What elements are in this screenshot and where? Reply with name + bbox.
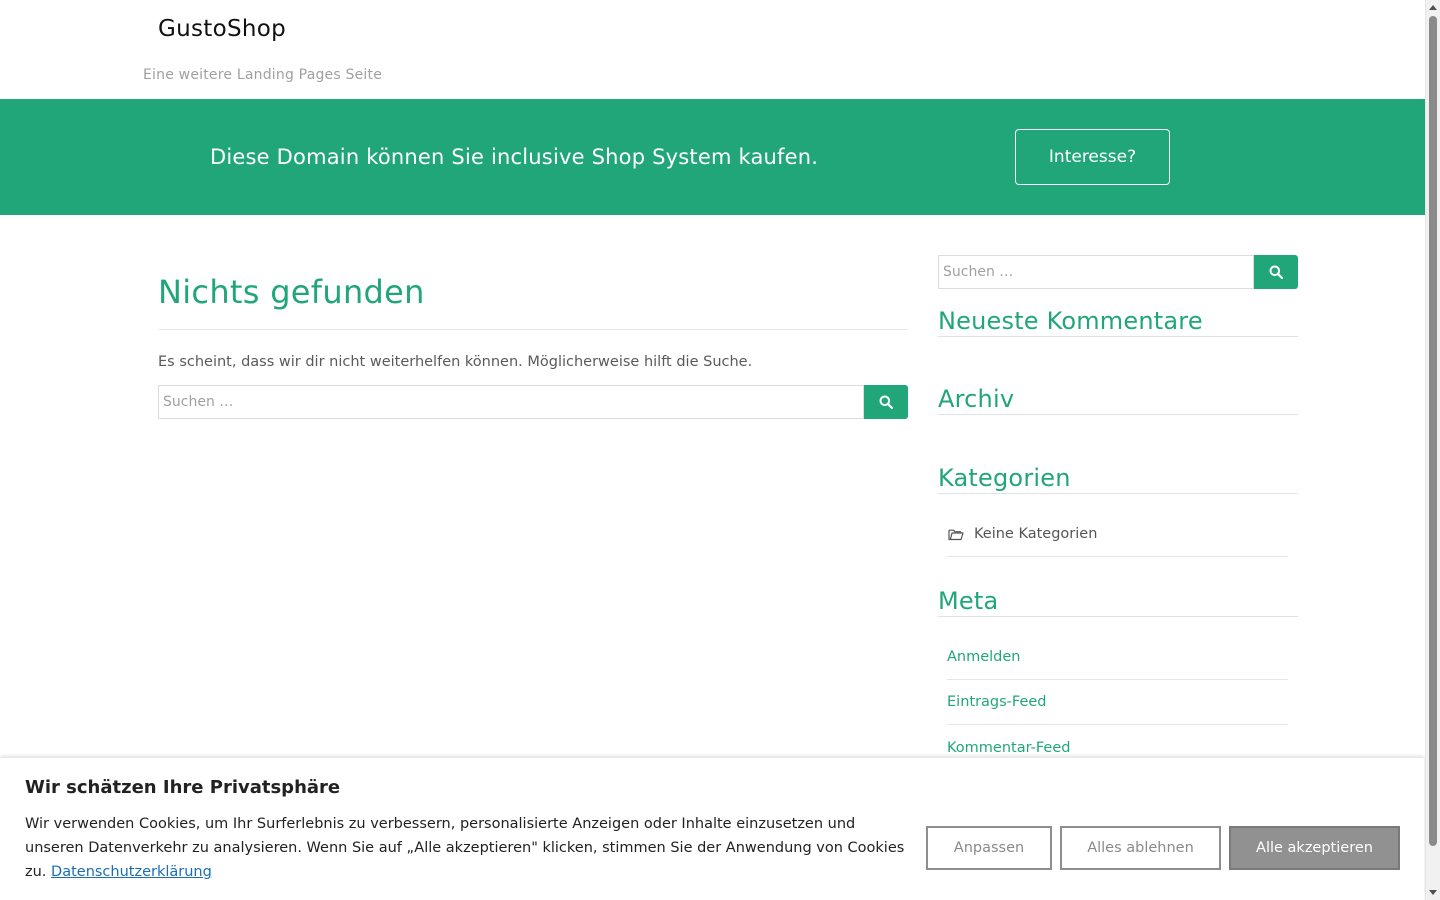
not-found-message: Es scheint, dass wir dir nicht weiterhel…	[158, 354, 753, 370]
meta-link-comments-feed[interactable]: Kommentar-Feed	[947, 740, 1070, 756]
cookie-title: Wir schätzen Ihre Privatsphäre	[25, 777, 341, 798]
folder-icon	[948, 529, 964, 540]
privacy-policy-link[interactable]: Datenschutzerklärung	[51, 864, 212, 880]
widget-divider	[938, 616, 1298, 617]
widget-title-archive: Archiv	[938, 385, 1015, 413]
widget-divider	[938, 493, 1298, 494]
search-icon	[1269, 265, 1283, 279]
widget-divider	[938, 336, 1298, 337]
interest-button[interactable]: Interesse?	[1015, 129, 1170, 185]
meta-item-login: Anmelden	[947, 635, 1288, 680]
page-scrollbar[interactable]	[1425, 0, 1440, 900]
scroll-down-arrow-icon[interactable]	[1429, 890, 1437, 895]
cookie-consent-banner: Wir schätzen Ihre Privatsphäre Wir verwe…	[0, 757, 1424, 900]
banner-text: Diese Domain können Sie inclusive Shop S…	[210, 145, 819, 169]
main-search-button[interactable]	[864, 385, 908, 419]
site-tagline: Eine weitere Landing Pages Seite	[143, 67, 383, 83]
site-header: GustoShop Eine weitere Landing Pages Sei…	[0, 0, 1425, 99]
title-divider	[158, 329, 908, 330]
meta-link-login[interactable]: Anmelden	[947, 649, 1021, 665]
page-title: Nichts gefunden	[158, 273, 425, 311]
customize-button[interactable]: Anpassen	[926, 826, 1052, 870]
widget-title-meta: Meta	[938, 587, 999, 615]
site-title[interactable]: GustoShop	[158, 16, 286, 42]
reject-all-button[interactable]: Alles ablehnen	[1060, 826, 1221, 870]
cookie-text: Wir verwenden Cookies, um Ihr Surferlebn…	[25, 812, 905, 884]
widget-title-categories: Kategorien	[938, 464, 1071, 492]
widget-divider	[938, 414, 1298, 415]
main-search-form	[158, 385, 908, 419]
scrollbar-thumb[interactable]	[1429, 16, 1437, 846]
sidebar-search-form	[938, 255, 1298, 289]
promo-banner: Diese Domain können Sie inclusive Shop S…	[0, 99, 1425, 215]
main-search-input[interactable]	[158, 385, 864, 419]
sidebar-search-button[interactable]	[1254, 255, 1298, 289]
category-item: Keine Kategorien	[947, 512, 1288, 557]
sidebar-search-input[interactable]	[938, 255, 1254, 289]
meta-link-entries-feed[interactable]: Eintrags-Feed	[947, 694, 1047, 710]
category-label: Keine Kategorien	[974, 526, 1098, 542]
meta-item-entries-feed: Eintrags-Feed	[947, 680, 1288, 725]
scroll-up-arrow-icon[interactable]	[1429, 5, 1437, 10]
widget-title-recent-comments: Neueste Kommentare	[938, 307, 1203, 335]
search-icon	[879, 395, 893, 409]
accept-all-button[interactable]: Alle akzeptieren	[1229, 826, 1400, 870]
